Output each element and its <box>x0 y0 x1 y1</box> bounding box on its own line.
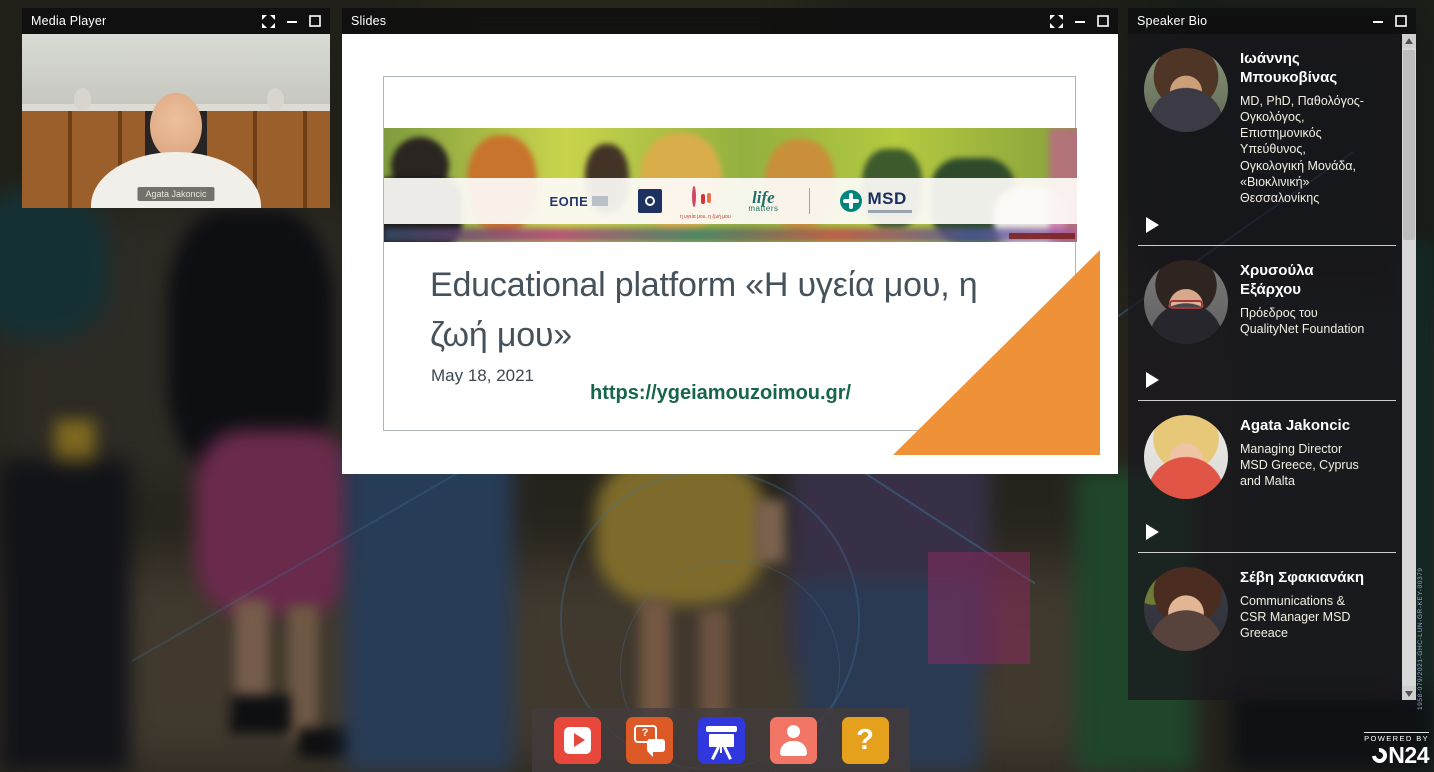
slides-titlebar[interactable]: Slides <box>342 8 1118 34</box>
minimize-icon[interactable] <box>1074 15 1086 27</box>
slides-window: Slides ΕΟΠΕ <box>342 8 1118 474</box>
expand-icon[interactable] <box>1050 15 1063 28</box>
scroll-down-icon[interactable] <box>1402 686 1416 700</box>
speaker-bio-text: MD, PhD, Παθολόγος-Ογκολόγος, Επιστημονι… <box>1240 93 1372 207</box>
speaker-bio-entry: Σέβη Σφακιανάκη Communications & CSR Man… <box>1138 553 1396 685</box>
play-speaker-audio-button[interactable] <box>1146 524 1159 540</box>
presenter-name-tag: Agata Jakoncic <box>137 187 214 201</box>
maximize-icon[interactable] <box>1395 15 1407 27</box>
play-speaker-audio-button[interactable] <box>1146 372 1159 388</box>
speaker-bio-text: Managing Director MSD Greece, Cyprus and… <box>1240 441 1372 490</box>
play-speaker-audio-button[interactable] <box>1146 217 1159 233</box>
media-player-window: Media Player Agata Jakoncic <box>22 8 330 208</box>
slides-title: Slides <box>351 14 386 28</box>
maximize-icon[interactable] <box>1097 15 1109 27</box>
expand-icon[interactable] <box>262 15 275 28</box>
speaker-bio-titlebar[interactable]: Speaker Bio <box>1128 8 1416 34</box>
speaker-bio-entry: Ιωάννης Μπουκοβίνας MD, PhD, Παθολόγος-Ο… <box>1138 34 1396 246</box>
scrollbar-thumb[interactable] <box>1403 50 1415 240</box>
bust-statue <box>74 88 91 110</box>
speaker-list-scrollbar[interactable] <box>1402 34 1416 700</box>
minimize-icon[interactable] <box>1372 15 1384 27</box>
speaker-photo <box>1144 48 1228 132</box>
speaker-list: Ιωάννης Μπουκοβίνας MD, PhD, Παθολόγος-Ο… <box>1128 34 1402 700</box>
sponsor-logo-band: ΕΟΠΕ η υγεία μου, η ζωή μου life matters… <box>384 178 1077 224</box>
slide-url: https://ygeiamouzoimou.gr/ <box>590 382 851 405</box>
speaker-bio-body: Ιωάννης Μπουκοβίνας MD, PhD, Παθολόγος-Ο… <box>1128 34 1416 700</box>
minimize-icon[interactable] <box>286 15 298 27</box>
speaker-bio-dock-icon[interactable] <box>770 717 817 764</box>
help-dock-icon[interactable]: ? <box>842 717 889 764</box>
speaker-bio-title: Speaker Bio <box>1137 14 1207 28</box>
life-matters-logo: life matters <box>748 189 778 213</box>
eope-logo: ΕΟΠΕ <box>549 194 608 209</box>
on24-o-mark <box>1369 745 1390 766</box>
webcast-console: 1958-079/2021-GHC-LUN-GR-KEY-00379 Media… <box>0 0 1434 772</box>
speaker-name: Χρυσούλα Εξάρχου <box>1240 262 1376 300</box>
speaker-photo <box>1144 260 1228 344</box>
webcam-video[interactable]: Agata Jakoncic <box>22 34 330 208</box>
media-player-dock-icon[interactable] <box>554 717 601 764</box>
speaker-photo <box>1144 415 1228 499</box>
slide-banner-photo: ΕΟΠΕ η υγεία μου, η ζωή μου life matters… <box>384 128 1077 242</box>
console-dock: ? ? <box>532 708 910 772</box>
speaker-bio-entry: Agata Jakoncic Managing Director MSD Gre… <box>1138 401 1396 553</box>
glasses <box>1169 300 1203 309</box>
navy-square-logo <box>638 189 662 213</box>
speaker-bio-window: Speaker Bio Ιωάννης Μπουκοβίνας MD, PhD,… <box>1128 8 1416 700</box>
speaker-bio-text: Πρόεδρος του QualityNet Foundation <box>1240 305 1372 338</box>
speaker-photo <box>1144 567 1228 651</box>
slides-dock-icon[interactable] <box>698 717 745 764</box>
slide-canvas: ΕΟΠΕ η υγεία μου, η ζωή μου life matters… <box>342 34 1118 474</box>
speaker-name: Agata Jakoncic <box>1240 417 1376 436</box>
banner-approval-code <box>1009 233 1075 239</box>
speaker-name: Σέβη Σφακιανάκη <box>1240 569 1376 588</box>
approval-code-watermark: 1958-079/2021-GHC-LUN-GR-KEY-00379 <box>1417 550 1424 710</box>
on24-brand-text: N24 <box>1388 744 1429 767</box>
slide-heading: Educational platform «Η υγεία μου, η ζωή… <box>430 260 1020 360</box>
scroll-up-icon[interactable] <box>1402 34 1416 48</box>
msd-logo: MSD <box>840 190 912 213</box>
speaker-name: Ιωάννης Μπουκοβίνας <box>1240 50 1376 88</box>
qa-dock-icon[interactable]: ? <box>626 717 673 764</box>
speaker-bio-entry: Χρυσούλα Εξάρχου Πρόεδρος του QualityNet… <box>1138 246 1396 401</box>
on24-logo: POWERED BY N24 <box>1350 732 1429 767</box>
media-player-titlebar[interactable]: Media Player <box>22 8 330 34</box>
media-player-title: Media Player <box>31 14 106 28</box>
speaker-bio-text: Communications & CSR Manager MSD Greeace <box>1240 593 1372 642</box>
webcam-scene <box>22 34 330 208</box>
slide-date: May 18, 2021 <box>431 366 534 386</box>
ygeia-mou-circle-logo: η υγεία μου, η ζωή μου <box>692 188 718 214</box>
maximize-icon[interactable] <box>309 15 321 27</box>
bust-statue <box>267 88 284 110</box>
